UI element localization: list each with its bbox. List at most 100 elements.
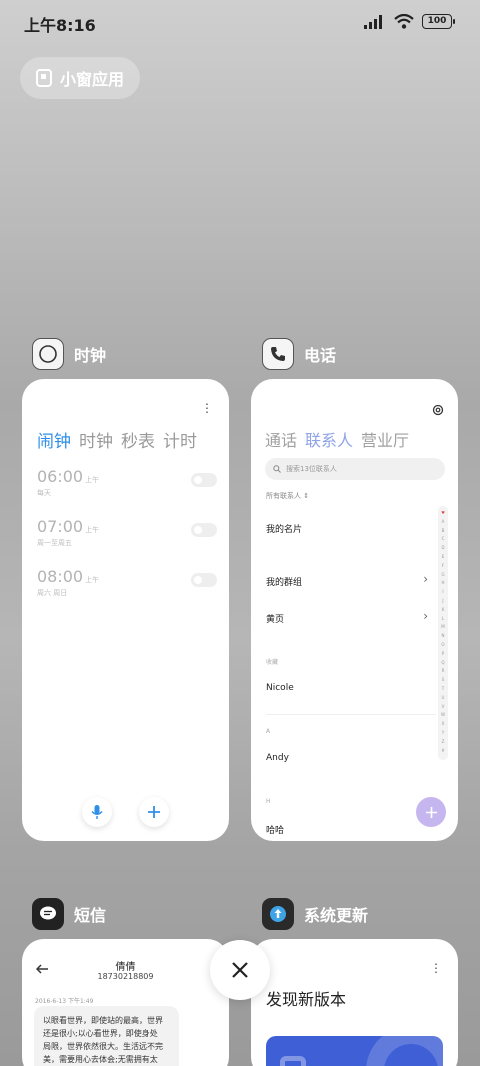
divider <box>266 714 436 715</box>
my-groups-row[interactable]: 我的群组 <box>266 575 302 588</box>
signal-icon <box>364 14 382 29</box>
index-letter[interactable]: A <box>442 518 445 527</box>
alarm-item[interactable]: 08:00 上午 周六 周日 <box>37 567 217 598</box>
clock-app-card[interactable]: ⋮ 闹钟 时钟 秒表 计时 06:00 上午 每天 07:00 上午 周一至周五 0… <box>22 379 229 841</box>
index-letter[interactable]: Z <box>442 738 445 747</box>
index-letter[interactable]: F <box>442 562 444 571</box>
alarm-toggle[interactable] <box>191 573 217 587</box>
clock-app-icon <box>32 338 64 370</box>
index-letter[interactable]: # <box>441 747 444 756</box>
tab-clock[interactable]: 时钟 <box>79 427 113 452</box>
alarm-time: 06:00 <box>37 467 84 486</box>
index-letter[interactable]: W <box>441 711 445 720</box>
section-label-a: A <box>266 728 271 735</box>
alarm-item[interactable]: 06:00 上午 每天 <box>37 467 217 498</box>
index-letter[interactable]: L <box>442 615 444 624</box>
yellow-pages-row[interactable]: 黄页 <box>266 612 284 625</box>
phone-app-icon <box>262 338 294 370</box>
index-letter[interactable]: Q <box>441 659 444 668</box>
clear-all-button[interactable] <box>210 940 270 1000</box>
update-app-name: 系统更新 <box>304 906 369 925</box>
status-time: 上午8:16 <box>24 16 96 35</box>
phone-app-name: 电话 <box>304 346 337 365</box>
search-icon <box>273 465 281 473</box>
alarm-ampm: 上午 <box>85 576 100 584</box>
index-letter[interactable]: J <box>442 597 443 606</box>
index-letter[interactable]: Y <box>442 729 444 738</box>
index-letter[interactable]: O <box>441 641 444 650</box>
update-app-icon <box>262 898 294 930</box>
sms-message-line: 以眼看世界，即使站的最高，世界 <box>43 1016 163 1025</box>
my-card-row[interactable]: 我的名片 <box>266 522 302 535</box>
chevron-right-icon: › <box>423 609 428 623</box>
index-letter[interactable]: C <box>442 535 445 544</box>
index-letter[interactable]: N <box>442 632 445 641</box>
tab-timer[interactable]: 计时 <box>163 427 197 452</box>
floating-window-button[interactable]: 小窗应用 <box>20 57 140 99</box>
alarm-ampm: 上午 <box>85 476 100 484</box>
sms-app-header[interactable]: 短信 <box>32 898 106 930</box>
index-letter[interactable]: K <box>442 606 445 615</box>
alarm-ampm: 上午 <box>85 526 100 534</box>
index-letter[interactable]: E <box>442 553 445 562</box>
tab-calls[interactable]: 通话 <box>265 427 297 451</box>
tab-service-hall[interactable]: 营业厅 <box>361 427 409 451</box>
update-headline: 发现新版本 <box>266 990 347 1009</box>
index-letter[interactable]: U <box>442 694 445 703</box>
alarm-repeat: 周一至周五 <box>37 539 72 547</box>
contact-row[interactable]: Nicole <box>266 683 294 693</box>
add-contact-button[interactable] <box>416 797 446 827</box>
phone-app-header[interactable]: 电话 <box>262 338 336 370</box>
search-placeholder: 搜索13位联系人 <box>286 465 337 473</box>
index-letter[interactable]: P <box>442 650 444 659</box>
alarm-repeat: 每天 <box>37 489 51 497</box>
index-letter[interactable]: R <box>442 667 445 676</box>
clock-app-header[interactable]: 时钟 <box>32 338 106 370</box>
index-letter[interactable]: S <box>442 676 445 685</box>
sms-contact-number: 18730218809 <box>97 972 154 981</box>
update-app-card[interactable]: ⋮ 发现新版本 <box>251 939 458 1066</box>
sms-timestamp: 2016-6-13 下午1:49 <box>35 998 94 1005</box>
sms-app-icon <box>32 898 64 930</box>
index-letter[interactable]: T <box>442 685 444 694</box>
tab-contacts[interactable]: 联系人 <box>305 427 353 451</box>
more-icon[interactable]: ⋮ <box>201 401 213 415</box>
wifi-icon <box>394 14 414 29</box>
more-icon[interactable]: ⋮ <box>430 961 442 975</box>
index-letter[interactable]: M <box>441 623 444 632</box>
sms-message-line: 美，需要用心去体会;无需拥有太 <box>43 1055 158 1064</box>
update-app-header[interactable]: 系统更新 <box>262 898 368 930</box>
sms-app-card[interactable]: 倩倩 18730218809 2016-6-13 下午1:49 以眼看世界，即使… <box>22 939 229 1066</box>
index-letter[interactable]: V <box>442 703 445 712</box>
index-letter[interactable]: D <box>441 544 444 553</box>
index-letter[interactable]: X <box>442 720 445 729</box>
alarm-item[interactable]: 07:00 上午 周一至周五 <box>37 517 217 548</box>
index-letter[interactable]: I <box>442 588 443 597</box>
index-letter[interactable]: B <box>442 527 445 536</box>
plus-icon <box>148 806 160 818</box>
phone-app-card[interactable]: 通话 联系人 营业厅 搜索13位联系人 所有联系人 ⇕ 我的名片 我的群组 › … <box>251 379 458 841</box>
contact-row[interactable]: 哈哈 <box>266 823 284 836</box>
status-icons: 100 <box>364 14 455 29</box>
contact-filter[interactable]: 所有联系人 ⇕ <box>266 491 309 501</box>
contact-row[interactable]: Andy <box>266 753 289 763</box>
contact-search-input[interactable]: 搜索13位联系人 <box>265 458 445 480</box>
alphabet-index[interactable]: ♥ A B C D E F G H I J K L M N O P Q R S T U V W X Y Z # <box>438 506 448 760</box>
sms-app-name: 短信 <box>74 906 107 925</box>
chevron-right-icon: › <box>423 572 428 586</box>
settings-icon[interactable] <box>432 404 444 416</box>
tab-alarm[interactable]: 闹钟 <box>37 427 71 452</box>
add-alarm-button[interactable] <box>139 797 169 827</box>
tab-stopwatch[interactable]: 秒表 <box>121 427 155 452</box>
favorites-label: 收藏 <box>266 659 279 666</box>
voice-button[interactable] <box>82 797 112 827</box>
floating-window-label: 小窗应用 <box>60 70 125 89</box>
index-letter[interactable]: G <box>441 571 444 580</box>
clock-app-name: 时钟 <box>74 346 107 365</box>
index-letter[interactable]: H <box>441 579 444 588</box>
sms-message-bubble: 以眼看世界，即使站的最高，世界 还是很小;以心看世界，即使身处 局限，世界依然很… <box>34 1006 179 1066</box>
index-letter[interactable]: ♥ <box>441 509 445 518</box>
alarm-toggle[interactable] <box>191 473 217 487</box>
alarm-toggle[interactable] <box>191 523 217 537</box>
sms-message-line: 还是很小;以心看世界，即使身处 <box>43 1029 158 1038</box>
